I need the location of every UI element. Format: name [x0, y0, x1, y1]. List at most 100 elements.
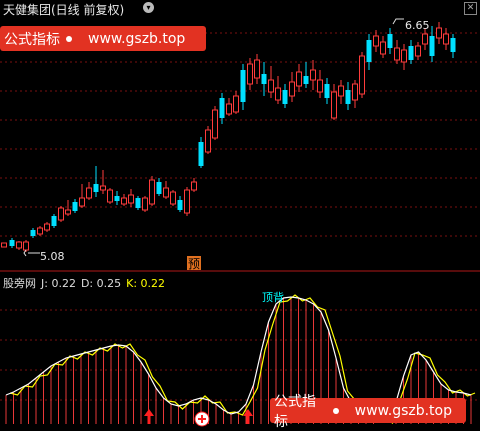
candle-body: [121, 197, 127, 205]
candle-body: [317, 79, 323, 93]
candle-body: [226, 103, 232, 115]
candle: [184, 187, 190, 216]
candle: [408, 40, 414, 64]
candle: [72, 199, 78, 213]
candle-body: [212, 109, 218, 139]
candle-body: [23, 241, 29, 251]
candle-body: [408, 46, 414, 60]
watermark-left-text: 公式指标: [274, 393, 316, 430]
candle: [373, 30, 379, 52]
candle-body: [184, 189, 190, 214]
candle: [359, 52, 365, 98]
candle-body: [191, 181, 197, 191]
watermark-dot-icon: [66, 35, 72, 42]
candle: [170, 190, 176, 206]
candle-body: [72, 202, 78, 211]
candle: [1, 242, 7, 248]
candle-body: [128, 194, 134, 204]
candle-body: [205, 129, 211, 153]
candle-body: [387, 34, 393, 48]
high-price-label: 6.65: [405, 19, 430, 32]
candle-body: [79, 197, 85, 207]
candle-body: [135, 198, 141, 208]
candle: [387, 28, 393, 54]
candle: [394, 40, 400, 64]
candle-body: [30, 230, 36, 236]
candle: [86, 182, 92, 200]
grid-lines: [0, 32, 480, 401]
candle: [240, 64, 246, 110]
candle: [44, 222, 50, 232]
candle-body: [331, 91, 337, 119]
candle-body: [380, 41, 386, 55]
candle-body: [233, 95, 239, 113]
candle: [93, 166, 99, 197]
candle-body: [296, 71, 302, 87]
candle-body: [107, 189, 113, 203]
candle-body: [93, 184, 99, 192]
candle-body: [436, 27, 442, 39]
candle: [415, 42, 421, 60]
candle: [268, 66, 274, 98]
candle: [310, 60, 316, 90]
candle-body: [429, 36, 435, 56]
indicator-header: 股旁网 J: 0.22 D: 0.25 K: 0.22: [3, 275, 170, 291]
candle-body: [58, 207, 64, 221]
candle: [51, 214, 57, 228]
candle-body: [310, 69, 316, 81]
candle: [324, 78, 330, 104]
candle-body: [275, 87, 281, 101]
candle: [198, 137, 204, 168]
candle: [135, 196, 141, 210]
candle-body: [450, 38, 456, 52]
candle-body: [163, 187, 169, 198]
watermark-banner: 公式指标 www.gszb.top: [270, 394, 466, 430]
candle: [254, 54, 260, 84]
watermark-dot-icon: [333, 407, 339, 414]
candle-body: [352, 83, 358, 101]
candle: [443, 28, 449, 50]
candle-body: [422, 33, 428, 45]
candle-body: [65, 209, 71, 215]
candle: [163, 181, 169, 199]
candle: [100, 170, 106, 194]
candle: [37, 226, 43, 236]
j-value: J: 0.22: [41, 277, 76, 290]
candle: [65, 200, 71, 216]
d-value: D: 0.25: [80, 277, 122, 290]
candle: [212, 106, 218, 140]
candle-body: [16, 241, 22, 249]
candle-body: [359, 55, 365, 95]
candle-body: [9, 240, 15, 246]
candle-body: [401, 49, 407, 63]
candle-body: [44, 223, 50, 231]
candle-body: [268, 79, 274, 93]
candle: [128, 189, 134, 207]
watermark-url: www.gszb.top: [88, 30, 186, 47]
candle-body: [303, 76, 309, 84]
candle-body: [289, 81, 295, 97]
signal-badge-text: 预: [188, 257, 200, 271]
candle: [219, 93, 225, 124]
indicator-name: 股旁网: [3, 277, 36, 290]
up-arrow-icon: [144, 409, 154, 424]
candle: [296, 64, 302, 92]
candle: [205, 126, 211, 154]
candle-body: [51, 216, 57, 226]
candle: [275, 76, 281, 104]
low-marker-arrow: [23, 249, 27, 257]
low-price-label: 5.08: [40, 250, 65, 263]
candle-body: [149, 179, 155, 205]
candle: [401, 44, 407, 70]
candle-body: [86, 187, 92, 199]
candle: [331, 84, 337, 120]
candle: [191, 178, 197, 192]
candle-body: [261, 74, 267, 84]
candle: [107, 188, 113, 204]
candle: [317, 70, 323, 98]
candle: [450, 34, 456, 58]
candle-body: [100, 185, 106, 191]
candle-body: [1, 242, 7, 248]
candle-body: [156, 182, 162, 194]
candle: [429, 26, 435, 62]
